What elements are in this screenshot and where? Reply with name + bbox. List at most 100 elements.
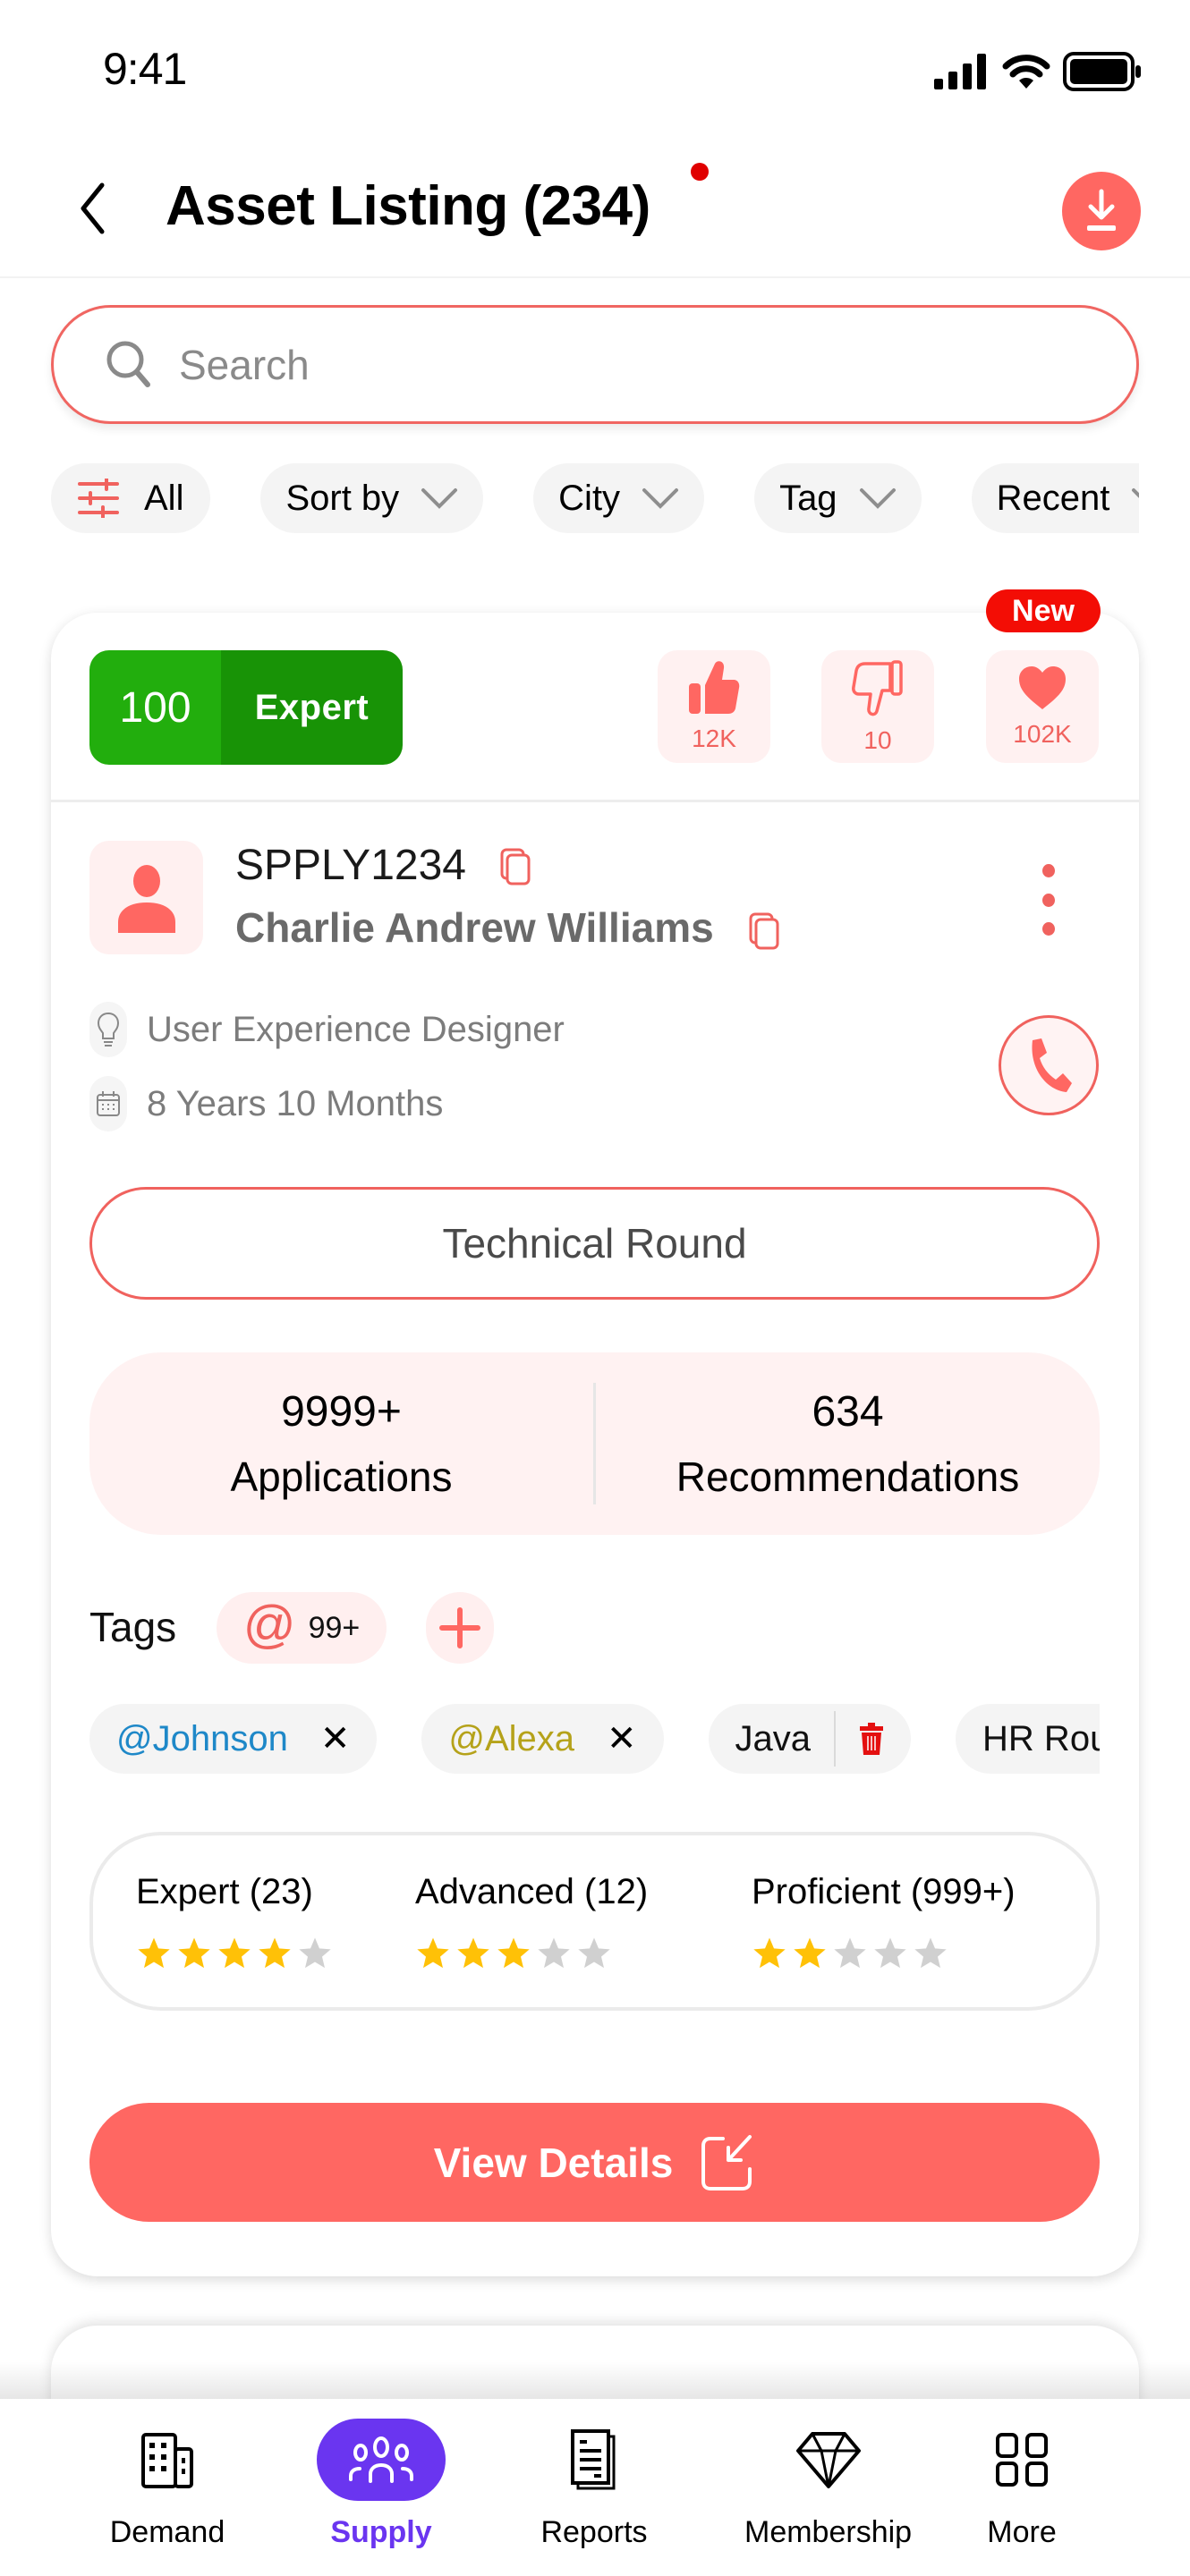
grid-icon [996,2433,1048,2487]
more-options-button[interactable] [1035,864,1062,936]
tag-label: @Alexa [448,1718,575,1758]
asset-id: SPPLY1234 [235,842,466,889]
chevron-down-icon [642,488,679,509]
experience-row: 8 Years 10 Months [89,1076,443,1131]
copy-icon [749,912,779,950]
nav-item-supply[interactable]: Supply [317,2399,446,2550]
remove-tag-icon[interactable]: ✕ [320,1718,351,1759]
experience: 8 Years 10 Months [147,1083,444,1123]
favorite-count: 102K [1013,720,1072,748]
nav-item-more[interactable]: More [957,2399,1086,2550]
star-empty-icon [578,1937,610,1968]
thumbs-up-icon [689,661,740,714]
tags-label: Tags [89,1604,177,1650]
filter-chip-tag[interactable]: Tag [754,463,922,533]
back-button[interactable] [70,177,115,240]
tag-label: HR Round [982,1718,1100,1758]
star-empty-icon [914,1937,947,1968]
remove-tag-icon[interactable]: ✕ [607,1718,637,1759]
star-filled-icon [259,1937,291,1968]
rating-label: Expert (23) [136,1871,313,1911]
dislike-count: 10 [863,726,892,754]
star-empty-icon [299,1937,331,1968]
nav-item-membership[interactable]: Membership [744,2399,912,2550]
designation: User Experience Designer [147,1009,565,1049]
filter-chip-label: Sort by [285,478,400,518]
skill-ratings: Expert (23) Advanced (12) Proficient (99… [89,1832,1100,2011]
chevron-down-icon [1132,488,1139,498]
tag-chip[interactable]: @Johnson ✕ [89,1704,378,1774]
like-button[interactable]: 12K [658,650,770,763]
thumbs-down-icon [852,660,903,716]
applications-stat[interactable]: 9999+ Applications [89,1352,593,1535]
nav-item-demand[interactable]: Demand [103,2399,232,2550]
tag-label: @Johnson [116,1718,288,1758]
status-icons [934,52,1143,91]
bottom-nav: Demand Supply Reports Membership More [0,2399,1190,2576]
tag-chip[interactable]: Java [708,1704,912,1774]
star-filled-icon [753,1937,786,1968]
mentions-button[interactable]: @ 99+ [217,1592,387,1664]
recommendations-stat[interactable]: 634 Recommendations [596,1352,1100,1535]
interview-round-button[interactable]: Technical Round [89,1187,1100,1300]
document-icon [571,2429,616,2490]
filter-chip-all[interactable]: All [51,463,211,533]
designation-row: User Experience Designer [89,1002,565,1057]
star-filled-icon [457,1937,489,1968]
star-rating [752,1936,1016,1971]
download-button[interactable] [1062,172,1141,250]
star-filled-icon [497,1937,530,1968]
star-filled-icon [417,1937,449,1968]
filter-chip-recent[interactable]: Recent [971,463,1139,533]
filter-chip-sort-by[interactable]: Sort by [260,463,484,533]
filter-chips: All Sort by City Tag Recent [51,463,1139,533]
heart-icon [1019,666,1066,709]
copy-name-button[interactable] [748,911,780,955]
status-time: 9:41 [103,44,187,94]
copy-asset-id-button[interactable] [499,847,531,891]
star-filled-icon [178,1937,210,1968]
star-rating [136,1936,415,1971]
new-badge: New [986,589,1101,632]
star-rating [415,1936,752,1971]
rating-proficient: Proficient (999+) [752,1872,1016,1971]
like-count: 12K [692,724,736,752]
tag-chip[interactable]: @Alexa ✕ [421,1704,664,1774]
people-icon [349,2436,413,2483]
card-divider [51,800,1139,802]
add-tag-button[interactable] [426,1592,494,1664]
search-bar[interactable] [51,305,1139,424]
chevron-left-icon [81,182,105,234]
notification-dot [691,163,709,181]
battery-icon [1063,52,1141,91]
diamond-icon [795,2432,861,2488]
at-icon: @ [242,1596,296,1654]
favorite-button[interactable]: 102K [986,650,1099,763]
rating-expert: Expert (23) [136,1872,415,1971]
filter-chip-city[interactable]: City [533,463,705,533]
nav-label: More [987,2515,1057,2549]
view-details-button[interactable]: View Details [89,2103,1100,2222]
tag-separator [834,1711,837,1767]
dot [1042,864,1055,877]
filter-chip-label: Tag [779,478,837,518]
applications-count: 9999+ [281,1387,402,1436]
external-link-icon [701,2134,752,2190]
header-divider [0,276,1190,278]
person-name: Charlie Andrew Williams [235,904,714,951]
trash-icon[interactable] [859,1723,884,1755]
download-icon [1087,189,1116,231]
tag-label: Java [735,1718,812,1758]
lightbulb-icon [89,1002,127,1057]
tag-chip[interactable]: HR Round [956,1704,1100,1774]
view-details-label: View Details [433,2139,674,2186]
star-empty-icon [834,1937,866,1968]
nav-item-reports[interactable]: Reports [530,2399,659,2550]
star-empty-icon [874,1937,906,1968]
dislike-button[interactable]: 10 [821,650,934,763]
search-input[interactable] [179,340,984,389]
plus-icon [439,1607,480,1648]
score-level: Expert [221,650,403,765]
call-button[interactable] [999,1015,1099,1115]
building-icon [141,2433,193,2488]
